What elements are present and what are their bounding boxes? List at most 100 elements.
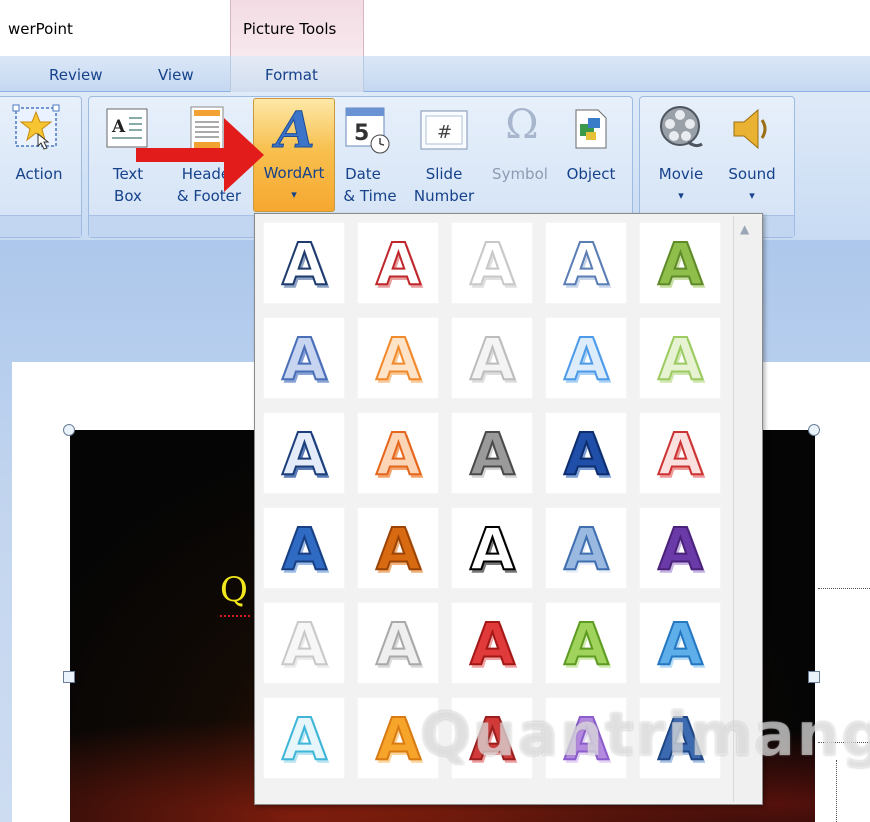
resize-handle[interactable] [63, 671, 75, 683]
wordart-style-option[interactable]: AA [263, 697, 345, 779]
action-button[interactable]: Action [12, 102, 62, 212]
svg-text:A: A [470, 610, 515, 676]
title-bar [0, 0, 870, 56]
slide-number-glyph: # [437, 122, 452, 143]
svg-text:A: A [470, 230, 515, 296]
wordart-label: WordArt [263, 164, 325, 182]
resize-handle[interactable] [63, 424, 75, 436]
slide-number-label-line1: Slide [425, 165, 463, 183]
date-time-button[interactable]: 5 Date & Time [338, 102, 402, 212]
movie-button[interactable]: Movie ▾ [648, 102, 714, 212]
wordart-style-option[interactable]: AA [639, 317, 721, 399]
slide-text-partial: Q [220, 570, 248, 610]
svg-text:A: A [658, 325, 703, 391]
wordart-style-option[interactable]: AA [451, 507, 533, 589]
svg-text:A: A [282, 705, 327, 771]
wordart-style-icon: AA [563, 515, 612, 581]
wordart-style-icon: AA [657, 325, 706, 391]
calendar-clock-icon: 5 [345, 107, 390, 154]
wordart-style-option[interactable]: AA [545, 222, 627, 304]
svg-text:A: A [376, 325, 421, 391]
svg-text:A: A [282, 420, 327, 486]
wordart-style-option[interactable]: AA [545, 317, 627, 399]
svg-text:A: A [470, 420, 515, 486]
resize-handle[interactable] [808, 671, 820, 683]
wordart-style-option[interactable]: AA [545, 412, 627, 494]
movie-label: Movie [658, 165, 704, 183]
resize-handle[interactable] [808, 424, 820, 436]
movie-dropdown-arrow[interactable]: ▾ [648, 186, 714, 206]
sound-dropdown-arrow[interactable]: ▾ [718, 186, 786, 206]
film-reel-icon [660, 106, 703, 148]
svg-text:A: A [282, 230, 327, 296]
wordart-style-option[interactable]: AA [639, 507, 721, 589]
watermark: Quantrimang [420, 700, 870, 770]
wordart-style-icon: AA [375, 420, 424, 486]
wordart-style-icon: AA [375, 325, 424, 391]
date-glyph: 5 [354, 121, 369, 146]
wordart-style-option[interactable]: AA [263, 317, 345, 399]
wordart-style-icon: AA [563, 420, 612, 486]
svg-text:A: A [658, 420, 703, 486]
wordart-style-option[interactable]: AA [545, 507, 627, 589]
wordart-style-option[interactable]: AA [357, 317, 439, 399]
wordart-style-option[interactable]: AA [357, 412, 439, 494]
action-star-icon [12, 104, 60, 150]
svg-text:A: A [564, 610, 609, 676]
wordart-style-option[interactable]: AA [263, 602, 345, 684]
wordart-style-option[interactable]: AA [451, 222, 533, 304]
wordart-style-icon: AA [469, 325, 518, 391]
wordart-dropdown-arrow[interactable]: ▾ [254, 185, 334, 205]
slide-number-icon: # [420, 110, 468, 150]
wordart-style-option[interactable]: AA [639, 222, 721, 304]
wordart-style-option[interactable]: AA [545, 602, 627, 684]
svg-text:A: A [470, 515, 515, 581]
wordart-style-option[interactable]: AA [357, 602, 439, 684]
svg-text:A: A [282, 610, 327, 676]
wordart-style-icon: AA [375, 610, 424, 676]
wordart-style-option[interactable]: AA [639, 602, 721, 684]
scroll-up-icon[interactable]: ▲ [740, 222, 749, 236]
date-time-label-line2: & Time [343, 187, 397, 205]
wordart-style-icon: AA [469, 420, 518, 486]
svg-text:A: A [272, 103, 315, 155]
wordart-style-icon: AA [281, 325, 330, 391]
wordart-style-option[interactable]: AA [451, 317, 533, 399]
svg-text:A: A [376, 230, 421, 296]
svg-text:A: A [564, 325, 609, 391]
wordart-style-icon: AA [281, 705, 330, 771]
wordart-style-icon: AA [281, 515, 330, 581]
sound-button[interactable]: Sound ▾ [718, 102, 786, 212]
wordart-style-option[interactable]: AA [451, 412, 533, 494]
wordart-style-option[interactable]: AA [263, 222, 345, 304]
picture-tools-label: Picture Tools [243, 20, 337, 38]
object-icon [575, 109, 607, 149]
red-pointer-arrow-icon [136, 118, 264, 192]
app-title: werPoint [8, 20, 73, 38]
wordart-style-icon: AA [563, 610, 612, 676]
wordart-style-icon: AA [563, 230, 612, 296]
wordart-style-icon: AA [375, 515, 424, 581]
tab-view[interactable]: View [158, 66, 194, 84]
tab-format[interactable]: Format [265, 66, 318, 84]
wordart-style-option[interactable]: AA [357, 507, 439, 589]
omega-icon: Ω [505, 102, 539, 148]
slide-number-button[interactable]: # Slide Number [404, 102, 484, 212]
svg-text:A: A [564, 230, 609, 296]
spellcheck-underline [220, 615, 250, 617]
wordart-style-icon: AA [281, 230, 330, 296]
svg-text:A: A [282, 515, 327, 581]
symbol-button[interactable]: Ω Symbol [486, 102, 554, 212]
object-button[interactable]: Object [558, 102, 624, 212]
tab-review[interactable]: Review [49, 66, 103, 84]
wordart-style-option[interactable]: AA [357, 222, 439, 304]
svg-text:A: A [658, 515, 703, 581]
wordart-style-icon: AA [657, 420, 706, 486]
wordart-style-option[interactable]: AA [263, 507, 345, 589]
svg-text:A: A [564, 515, 609, 581]
wordart-style-icon: AA [657, 610, 706, 676]
wordart-style-option[interactable]: AA [263, 412, 345, 494]
wordart-style-option[interactable]: AA [451, 602, 533, 684]
wordart-style-option[interactable]: AA [639, 412, 721, 494]
wordart-style-icon: AA [657, 515, 706, 581]
